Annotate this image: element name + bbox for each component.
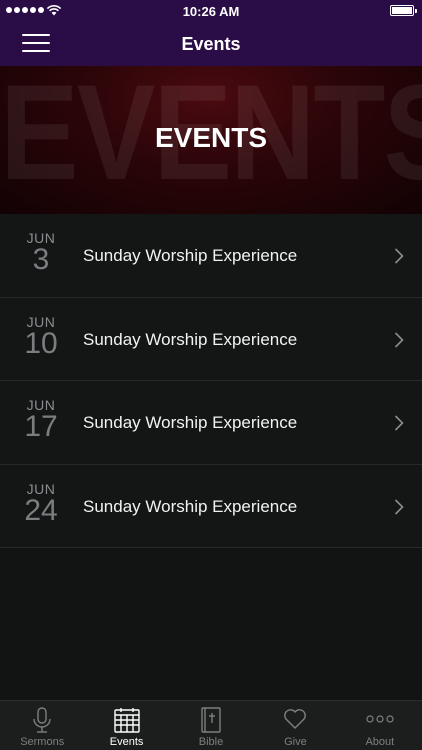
- banner-title: EVENTS: [154, 122, 268, 153]
- event-day: 3: [32, 243, 50, 276]
- calendar-icon: [113, 708, 140, 733]
- status-bar: 10:26 AM: [0, 0, 422, 22]
- tab-label: Events: [109, 736, 144, 748]
- event-row[interactable]: JUN 3 Sunday Worship Experience: [0, 214, 422, 298]
- ellipsis-icon: [366, 715, 394, 723]
- events-banner: EVENTS EVENTS: [0, 66, 422, 214]
- header: 10:26 AM Events: [0, 0, 422, 66]
- tab-about[interactable]: About: [338, 701, 422, 750]
- event-day: 24: [24, 493, 58, 527]
- heart-icon: [284, 709, 307, 729]
- tab-label: Sermons: [20, 736, 65, 748]
- status-time: 10:26 AM: [182, 4, 240, 19]
- event-day: 17: [24, 410, 58, 443]
- event-title: Sunday Worship Experience: [83, 413, 298, 432]
- event-row[interactable]: JUN 24 Sunday Worship Experience: [0, 464, 422, 548]
- event-date: JUN 24: [18, 481, 64, 527]
- microphone-icon: [33, 707, 51, 733]
- tab-bar: Sermons Events Bible Give About: [0, 700, 422, 750]
- tab-give[interactable]: Give: [253, 701, 337, 750]
- event-date: JUN 10: [18, 314, 64, 360]
- event-row[interactable]: JUN 17 Sunday Worship Experience: [0, 381, 422, 465]
- tab-events[interactable]: Events: [84, 701, 168, 750]
- tab-label: About: [365, 736, 395, 748]
- chevron-right-icon: [394, 415, 404, 431]
- event-title: Sunday Worship Experience: [83, 329, 298, 349]
- tab-bible[interactable]: Bible: [169, 701, 253, 750]
- chevron-right-icon: [394, 248, 404, 264]
- tab-label: Bible: [198, 736, 224, 748]
- tab-label: Give: [284, 736, 307, 748]
- events-list: JUN 3 Sunday Worship Experience JUN 10 S…: [0, 214, 422, 548]
- chevron-right-icon: [394, 331, 404, 348]
- chevron-right-icon: [394, 498, 404, 515]
- event-row[interactable]: JUN 10 Sunday Worship Experience: [0, 297, 422, 381]
- event-title: Sunday Worship Experience: [83, 246, 298, 265]
- battery-icon: [390, 5, 417, 16]
- event-title: Sunday Worship Experience: [83, 496, 298, 516]
- event-date: JUN 3: [18, 230, 64, 276]
- tab-sermons[interactable]: Sermons: [0, 701, 84, 750]
- bible-icon: [201, 707, 221, 733]
- page-title: Events: [181, 34, 241, 54]
- event-date: JUN 17: [18, 397, 64, 443]
- event-day: 10: [24, 326, 58, 360]
- nav-bar: Events: [0, 22, 422, 66]
